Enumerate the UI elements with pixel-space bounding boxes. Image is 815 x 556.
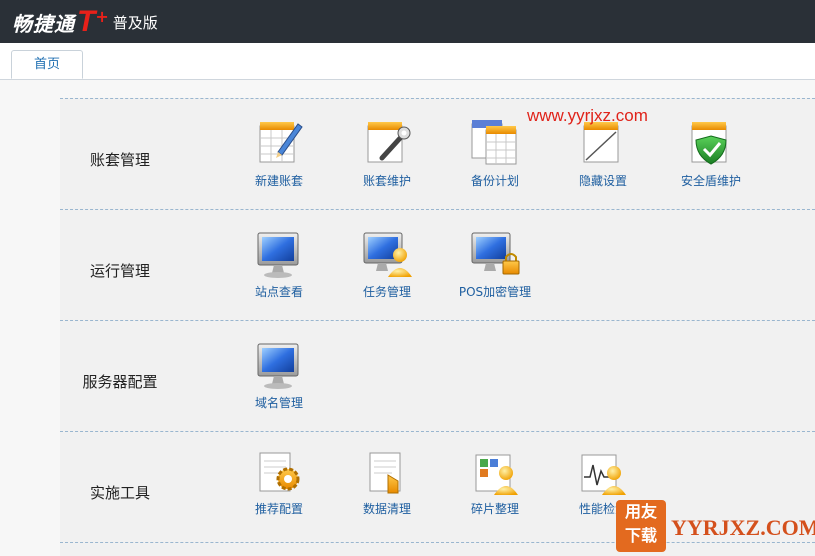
backup-plan-button[interactable]: 备份计划 bbox=[445, 118, 545, 189]
shield-check-icon bbox=[691, 122, 727, 165]
item-label: 账套维护 bbox=[362, 174, 411, 188]
calendar-wrench-icon bbox=[367, 122, 411, 163]
item-label: 推荐配置 bbox=[254, 502, 303, 516]
logo-chinese-name: 畅捷通 bbox=[12, 11, 75, 36]
item-label: 域名管理 bbox=[254, 396, 303, 410]
domain-management-button[interactable]: 域名管理 bbox=[229, 340, 329, 411]
pulse-user-icon bbox=[581, 454, 626, 495]
item-label: POS加密管理 bbox=[458, 285, 532, 299]
data-cleanup-button[interactable]: 数据清理 bbox=[337, 451, 437, 517]
product-logo: 畅捷通 T + 普及版 bbox=[12, 6, 158, 38]
document-gear-icon bbox=[259, 452, 300, 492]
task-management-button[interactable]: 任务管理 bbox=[337, 229, 437, 300]
logo-plus-mark: + bbox=[95, 6, 109, 26]
section-title: 实施工具 bbox=[89, 484, 150, 502]
monitor-icon bbox=[257, 343, 299, 389]
account-maintenance-button[interactable]: 账套维护 bbox=[337, 118, 437, 189]
monitor-icon bbox=[257, 232, 299, 278]
watermark-badge: 用友 下载 bbox=[616, 500, 666, 552]
section-title: 服务器配置 bbox=[82, 373, 158, 391]
calendars-icon bbox=[471, 120, 517, 165]
top-bar: 畅捷通 T + 普及版 bbox=[0, 0, 815, 43]
item-label: 新建账套 bbox=[254, 174, 303, 188]
item-label: 隐藏设置 bbox=[578, 174, 627, 188]
calendar-pencil-icon bbox=[259, 122, 303, 163]
item-label: 数据清理 bbox=[362, 502, 411, 516]
recommended-config-button[interactable]: 推荐配置 bbox=[229, 451, 329, 517]
site-view-button[interactable]: 站点查看 bbox=[229, 229, 329, 300]
watermark-url: www.yyrjxz.com bbox=[527, 106, 648, 125]
fragments-user-icon bbox=[475, 454, 518, 495]
section-divider bbox=[60, 542, 815, 556]
tab-home[interactable]: 首页 bbox=[11, 50, 83, 79]
new-account-button[interactable]: 新建账套 bbox=[229, 118, 329, 189]
tab-bar: 首页 bbox=[0, 43, 815, 80]
section-title: 账套管理 bbox=[89, 151, 150, 169]
watermark-badge-line2: 下载 bbox=[624, 526, 657, 545]
item-label: 碎片整理 bbox=[470, 502, 519, 516]
watermark-badge-line1: 用友 bbox=[624, 502, 657, 521]
pos-encryption-button[interactable]: POS加密管理 bbox=[445, 229, 545, 300]
item-label: 站点查看 bbox=[254, 285, 303, 299]
section-title: 运行管理 bbox=[89, 262, 150, 280]
item-label: 备份计划 bbox=[470, 174, 519, 188]
logo-t-mark: T bbox=[77, 5, 96, 38]
hidden-settings-button[interactable]: 隐藏设置 bbox=[553, 118, 653, 189]
monitor-user-icon bbox=[363, 232, 412, 277]
item-label: 任务管理 bbox=[362, 285, 411, 299]
monitor-lock-icon bbox=[471, 232, 520, 275]
edition-label: 普及版 bbox=[112, 13, 158, 32]
document-recycle-icon bbox=[369, 452, 401, 494]
item-label: 安全盾维护 bbox=[680, 174, 741, 188]
security-shield-button[interactable]: 安全盾维护 bbox=[661, 118, 761, 189]
watermark-site: YYRJXZ.COM bbox=[671, 515, 815, 540]
defragment-button[interactable]: 碎片整理 bbox=[445, 451, 545, 517]
